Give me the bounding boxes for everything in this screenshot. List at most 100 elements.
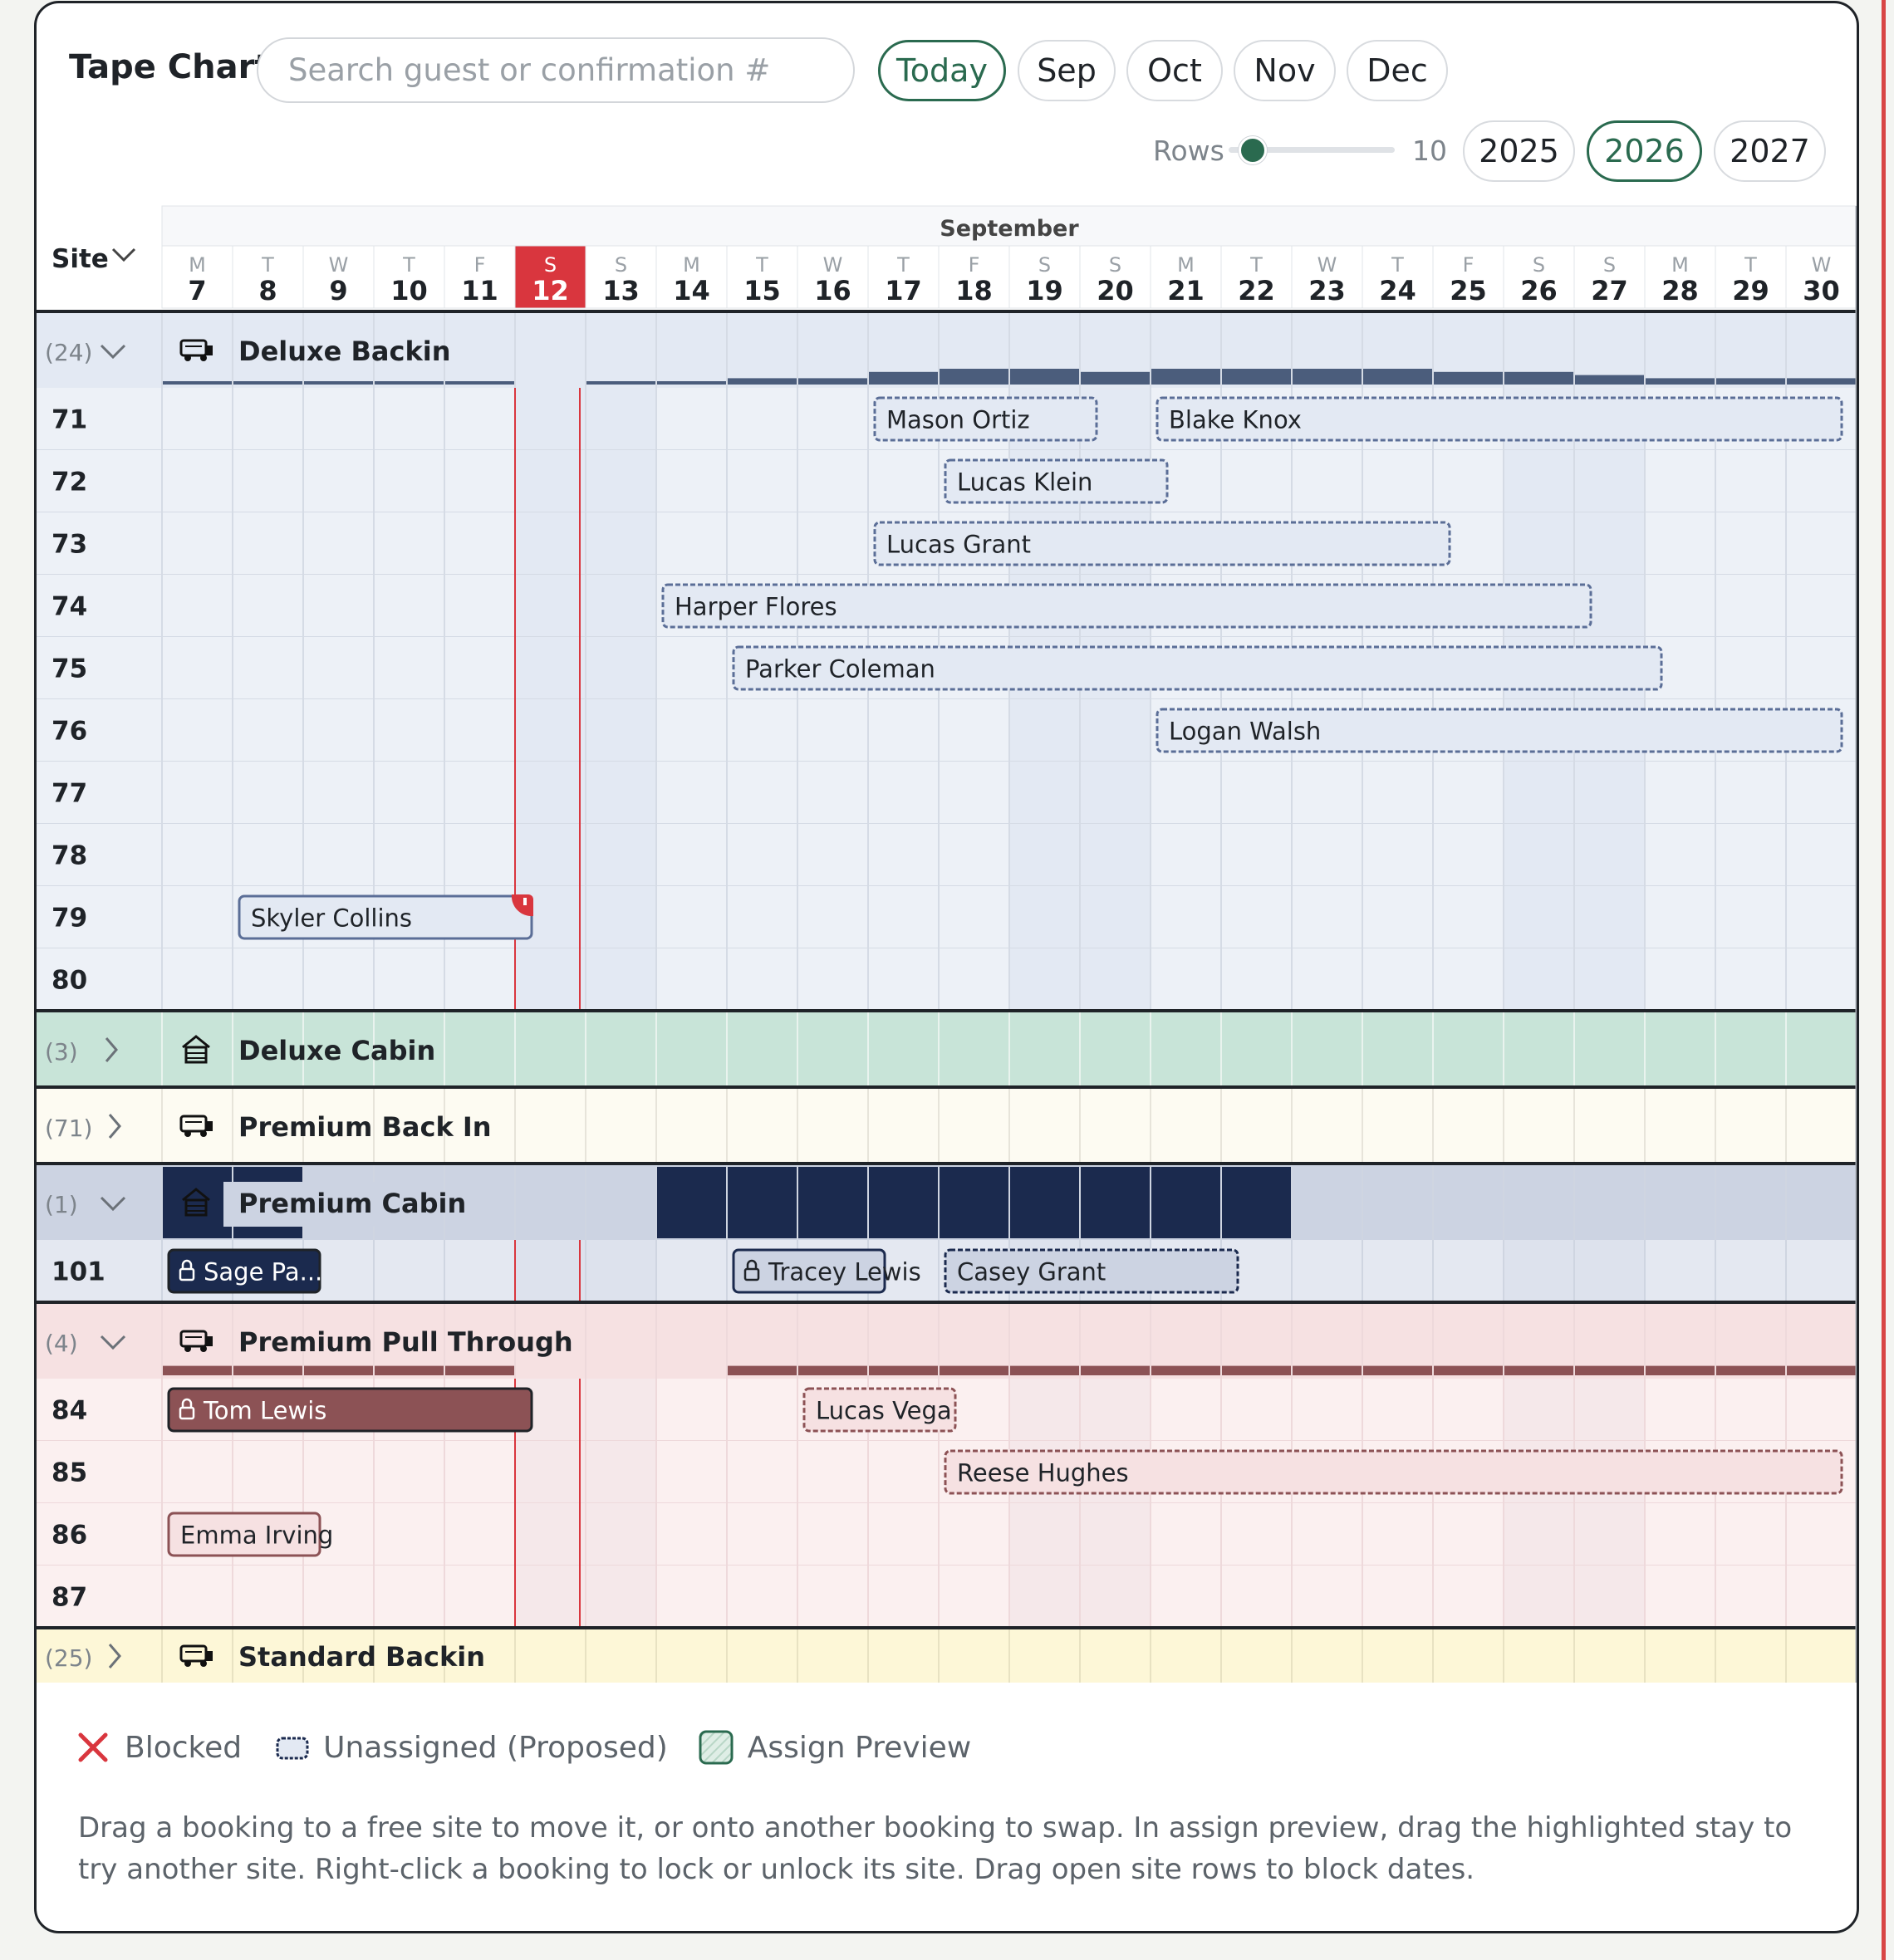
weekend-cell [586,388,656,450]
booking-bar[interactable]: Logan Walsh [1156,708,1843,753]
weekend-cell [586,512,656,575]
page-edge-accent [1882,0,1886,1960]
occupancy-bar [728,1365,797,1375]
weekend-cell [1009,948,1080,1011]
tape-chart-grid[interactable]: SeptemberSite M7T8W9T10F11S12S13M14T15W16… [37,3,1859,1698]
occupancy-bar [1010,1167,1079,1238]
day-of-week-label: M [189,253,206,277]
site-number: 75 [52,654,87,684]
booking-bar[interactable]: Lucas Grant [873,521,1451,566]
site-number: 76 [52,717,87,747]
day-of-week-label: W [823,253,843,277]
weekend-cell [1009,1566,1080,1628]
occupancy-bar [1716,378,1785,385]
site-sort-chevron-icon[interactable] [111,247,136,262]
booking-bar[interactable]: Harper Flores [661,583,1592,629]
group-name: Premium Pull Through [238,1326,573,1358]
occupancy-bar [1222,1365,1291,1375]
weekend-cell [515,762,586,824]
booking-bar[interactable]: Skyler Collins [238,894,533,940]
month-label: September [940,216,1079,242]
day-number-label: 17 [885,275,922,306]
weekend-cell [586,762,656,824]
group-count: (24) [45,339,92,366]
site-number: 87 [52,1583,87,1613]
occupancy-bar [1434,371,1503,385]
weekend-cell [1080,699,1151,762]
booking-guest-name: Sage Pa... [204,1258,322,1286]
occupancy-bar [798,1365,867,1375]
day-of-week-label: S [1038,253,1051,277]
occupancy-bar [1081,371,1150,385]
day-of-week-label: S [1109,253,1121,277]
weekend-cell [586,1379,656,1441]
occupancy-bar [304,1365,373,1375]
weekend-cell [1574,948,1645,1011]
occupancy-bar [1293,1365,1362,1375]
booking-guest-name: Lucas Klein [957,468,1092,497]
day-of-week-label: F [1463,253,1474,277]
day-number-label: 10 [390,275,428,306]
weekend-cell [515,948,586,1011]
day-of-week-label: T [896,253,910,277]
occupancy-bar [163,1167,232,1238]
assign-preview-swatch-icon [699,1730,734,1765]
day-number-label: 9 [329,275,347,306]
occupancy-bar [233,1365,302,1375]
occupancy-bar [940,1365,1008,1375]
booking-bar[interactable]: Lucas Klein [944,458,1169,504]
day-of-week-label: S [544,253,557,277]
group-name: Premium Cabin [238,1188,466,1219]
occupancy-bar [233,381,302,385]
occupancy-bar [445,381,514,385]
booking-guest-name: Logan Walsh [1169,718,1321,746]
day-of-week-label: T [261,253,274,277]
weekend-cell [515,1566,586,1628]
day-number-label: 28 [1661,275,1699,306]
booking-bar[interactable]: Mason Ortiz [873,396,1098,442]
booking-bar[interactable]: Parker Coleman [732,645,1663,691]
occupancy-bar [1363,369,1432,385]
booking-bar[interactable]: Tom Lewis [167,1387,533,1433]
day-number-label: 7 [188,275,206,306]
day-of-week-label: T [755,253,768,277]
tape-chart-panel: Tape Chart Today Sep Oct Nov Dec Rows 10… [34,1,1859,1933]
booking-bar[interactable]: Reese Hughes [944,1449,1843,1495]
weekend-cell [1504,948,1574,1011]
weekend-cell [1574,1379,1645,1441]
occupancy-bar [1222,369,1291,385]
occupancy-bar [1434,1365,1503,1375]
booking-guest-name: Lucas Vega [816,1397,952,1425]
booking-bar[interactable]: Sage Pa... [167,1248,322,1294]
day-number-label: 12 [532,275,569,306]
day-number-label: 22 [1238,275,1275,306]
weekend-cell [1080,948,1151,1011]
booking-guest-name: Reese Hughes [957,1459,1129,1487]
booking-bar[interactable]: Lucas Vega [802,1387,957,1433]
site-number: 73 [52,530,87,560]
weekend-cell [1574,450,1645,512]
day-of-week-label: W [329,253,349,277]
weekend-cell [1504,1240,1574,1302]
booking-bar[interactable]: Casey Grant [944,1248,1239,1294]
weekend-cell [515,699,586,762]
site-number: 79 [52,904,87,933]
weekend-cell [1574,762,1645,824]
occupancy-bar [586,381,655,385]
day-of-week-label: W [1317,253,1337,277]
day-number-label: 16 [814,275,851,306]
day-number-label: 25 [1450,275,1487,306]
booking-bar[interactable]: Emma Irving [167,1512,333,1557]
day-of-week-label: T [1249,253,1263,277]
day-number-label: 11 [461,275,498,306]
booking-guest-name: Tom Lewis [203,1397,326,1425]
weekend-cell [1504,512,1574,575]
weekend-cell [586,948,656,1011]
booking-guest-name: Tracey Lewis [768,1258,921,1286]
occupancy-bar [1646,1365,1715,1375]
site-number: 85 [52,1458,87,1488]
weekend-cell [1080,1503,1151,1566]
booking-bar[interactable]: Blake Knox [1156,396,1843,442]
weekend-cell [1574,1240,1645,1302]
day-of-week-label: M [1671,253,1689,277]
